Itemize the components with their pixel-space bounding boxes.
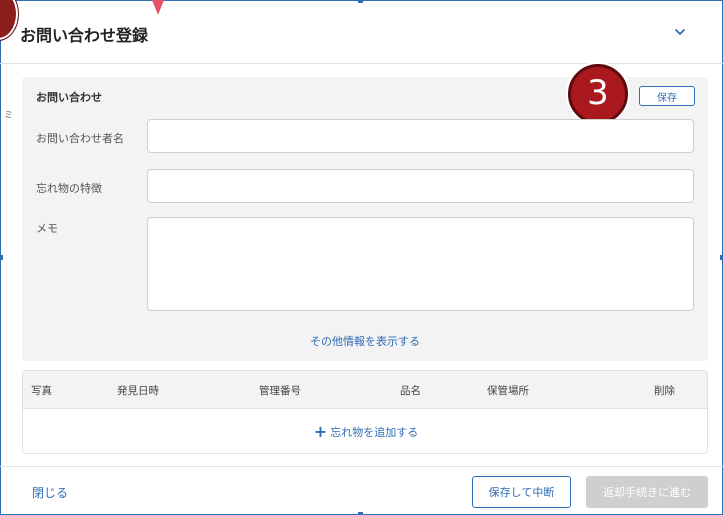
save-and-pause-button[interactable]: 保存して中断 <box>472 476 571 508</box>
column-header-delete: 削除 <box>654 385 675 397</box>
close-button[interactable]: 閉じる <box>32 484 68 501</box>
memo-label: メモ <box>36 222 58 235</box>
inquiry-section: お問い合わせ 3 保存 お問い合わせ者名 忘れ物の特徴 メモ その他情報を表示す… <box>22 64 708 361</box>
memo-textarea[interactable] <box>147 217 694 311</box>
dialog-title: お問い合わせ登録 <box>20 26 149 45</box>
column-header-item-name: 品名 <box>400 385 421 397</box>
item-features-input[interactable] <box>147 169 694 203</box>
save-button[interactable]: 保存 <box>639 86 695 106</box>
inquirer-name-label: お問い合わせ者名 <box>36 132 124 145</box>
column-header-storage-location: 保管場所 <box>487 385 529 397</box>
table-header: 写真 発見日時 管理番号 品名 保管場所 削除 <box>23 371 707 409</box>
resize-handle-left[interactable] <box>0 255 3 260</box>
dialog-footer: 閉じる 保存して中断 返却手続きに進む <box>0 466 723 515</box>
show-more-info-link[interactable]: その他情報を表示する <box>22 333 708 349</box>
column-header-photo: 写真 <box>31 385 52 397</box>
column-header-control-number: 管理番号 <box>259 385 301 397</box>
column-header-found-datetime: 発見日時 <box>117 385 159 397</box>
lost-items-table: 写真 発見日時 管理番号 品名 保管場所 削除 + 忘れ物を追加する <box>22 370 708 454</box>
dialog-header: お問い合わせ登録 <box>0 0 723 64</box>
step-badge: 3 <box>568 64 628 124</box>
inquirer-name-input[interactable] <box>147 119 694 153</box>
item-features-label: 忘れ物の特徴 <box>36 182 102 195</box>
add-lost-item-label: 忘れ物を追加する <box>330 426 419 439</box>
stray-character: ミ <box>4 111 14 121</box>
proceed-to-return-button[interactable]: 返却手続きに進む <box>586 476 708 508</box>
chevron-down-icon[interactable] <box>672 27 688 39</box>
inquiry-section-title: お問い合わせ <box>36 91 102 104</box>
plus-icon: + <box>313 422 328 441</box>
add-lost-item-button[interactable]: + 忘れ物を追加する <box>23 409 707 453</box>
